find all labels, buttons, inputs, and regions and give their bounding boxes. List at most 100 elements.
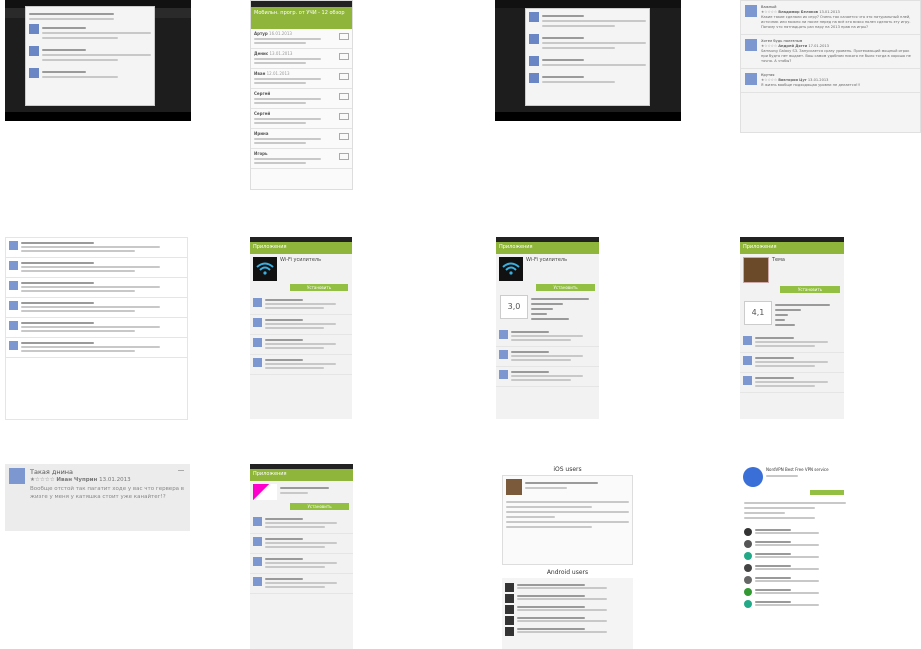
app-bar-title: Приложения xyxy=(743,244,777,250)
rating-badge xyxy=(339,133,349,140)
app-title: NordVPN Best Free VPN service xyxy=(766,467,829,472)
thumb-tablet-dialog-2[interactable] xyxy=(495,0,681,121)
avatar xyxy=(29,24,39,34)
app-bar: Приложения xyxy=(250,469,353,481)
review-head: Иван 12.01.2013 xyxy=(254,71,349,76)
avatar xyxy=(9,321,18,330)
review-list xyxy=(6,238,187,358)
review-text-line xyxy=(254,82,307,84)
avatar xyxy=(9,261,18,270)
avatar xyxy=(744,540,752,548)
star-rating: ★☆☆☆☆ xyxy=(761,44,779,48)
review-text: Samsung Galaxy S3. Запускается сразу уро… xyxy=(761,49,911,63)
review-dialog xyxy=(525,8,650,106)
review-row: Ирина xyxy=(251,129,352,149)
thumb-icon xyxy=(505,627,514,636)
review-row xyxy=(496,327,599,347)
avatar xyxy=(744,552,752,560)
avatar xyxy=(744,588,752,596)
review-text-line xyxy=(254,162,307,164)
review-row xyxy=(250,295,352,315)
app-header: Wi-Fi усилитель xyxy=(250,254,352,284)
thumb-review-cards[interactable]: Важный ★☆☆☆☆ Владимир Беляков 13.01.2013 К… xyxy=(740,0,921,133)
rating-badge xyxy=(339,53,349,60)
dialog-review xyxy=(529,12,646,30)
avatar xyxy=(745,5,757,17)
review-text: Какие такие сделали их игру? Очень так к… xyxy=(761,15,911,29)
thumb-tablet-dialog[interactable] xyxy=(5,0,191,121)
install-button[interactable]: Установить xyxy=(290,503,349,510)
star-rating: ★☆☆☆☆ xyxy=(30,477,55,483)
thumb-wifi-app-rating[interactable]: Приложения Wi-Fi усилитель Установить 3,… xyxy=(496,237,599,419)
feedback-icon[interactable] xyxy=(178,470,184,475)
review-row xyxy=(740,333,844,353)
rating-summary: 4,1 xyxy=(740,293,844,333)
rating-badge xyxy=(339,153,349,160)
review-row xyxy=(496,347,599,367)
dialog-line xyxy=(29,13,115,15)
star-rating: ★☆☆☆☆ xyxy=(761,10,779,14)
thumb-single-review[interactable]: Такая днина ★☆☆☆☆ Иван Чуприн 13.01.2013… xyxy=(5,464,190,531)
review-row xyxy=(740,574,850,586)
thumb-wifi-app-page[interactable]: Приложения Wi-Fi усилитель Установить xyxy=(250,237,352,419)
review-row xyxy=(250,335,352,355)
review-author: Иван Чуприн xyxy=(56,477,98,483)
review-text-line xyxy=(254,158,321,160)
rating-value: 3,0 xyxy=(500,295,528,319)
avatar xyxy=(499,330,508,339)
thumb-app-reviews[interactable]: Приложения Установить xyxy=(250,464,353,649)
dialog-review xyxy=(529,73,646,86)
app-bar: Приложения xyxy=(740,242,844,254)
review-row: Денис 13.01.2013 xyxy=(251,49,352,69)
rating-badge xyxy=(339,113,349,120)
review-author: Андрей Дягти xyxy=(778,44,808,48)
avatar xyxy=(253,537,262,546)
android-title: Android users xyxy=(546,569,589,576)
ios-title: iOS users xyxy=(553,466,582,473)
thumb-icon xyxy=(505,594,514,603)
review-author: Денис xyxy=(254,51,269,56)
avatar xyxy=(744,600,752,608)
review-row xyxy=(496,367,599,387)
review-list: Артур 16.01.2013 Денис 13.01.2013 Иван 12.… xyxy=(251,29,352,169)
avatar xyxy=(744,528,752,536)
android-row xyxy=(505,605,630,614)
thumb-ios-android-users[interactable]: iOS users Android users xyxy=(496,464,639,649)
rating-bars xyxy=(775,301,840,329)
review-title: Такая днина xyxy=(30,468,74,476)
app-name: Wi-Fi усилитель xyxy=(280,257,322,263)
app-header: NordVPN Best Free VPN service xyxy=(740,464,850,490)
app-name: Wi-Fi усилитель xyxy=(526,257,568,263)
review-head: Игорь xyxy=(254,151,349,156)
install-button[interactable]: Установить xyxy=(780,286,840,293)
install-button[interactable]: Установить xyxy=(290,284,348,291)
review-text: Я жизнь вообще подходящая уровни не дела… xyxy=(761,83,861,87)
star-rating: ★☆☆☆☆ xyxy=(761,78,779,82)
android-screenshot xyxy=(502,578,633,649)
review-list xyxy=(250,295,352,375)
review-text-line xyxy=(254,138,321,140)
thumb-icon xyxy=(505,583,514,592)
thumb-theme-app-rating[interactable]: Приложения Тема Установить 4,1 xyxy=(740,237,844,419)
install-button[interactable]: Установить xyxy=(536,284,595,291)
app-header: Тема xyxy=(740,254,844,286)
thumb-vpn-page[interactable]: NordVPN Best Free VPN service xyxy=(740,464,850,649)
avatar xyxy=(743,336,752,345)
review-text-line xyxy=(254,78,321,80)
vpn-icon xyxy=(743,467,763,487)
avatar xyxy=(9,341,18,350)
avatar xyxy=(745,39,757,51)
review-row xyxy=(250,554,353,574)
review-text: Вообще отстой так пагатит ходе у вас что… xyxy=(30,486,185,500)
rating-summary: 3,0 xyxy=(496,291,599,327)
review-date: 13.01.2013 xyxy=(819,10,840,14)
review-head: Ирина xyxy=(254,131,349,136)
review-row xyxy=(740,550,850,562)
thumb-phone-review-list[interactable]: Мобильн. прогр. от УЧИ - 12 обзор Артур … xyxy=(250,0,353,190)
review-text-line xyxy=(254,118,321,120)
review-text-line xyxy=(254,142,307,144)
thumb-desktop-reviews[interactable] xyxy=(5,237,188,420)
avatar xyxy=(253,557,262,566)
android-row xyxy=(505,583,630,592)
android-row xyxy=(505,616,630,625)
